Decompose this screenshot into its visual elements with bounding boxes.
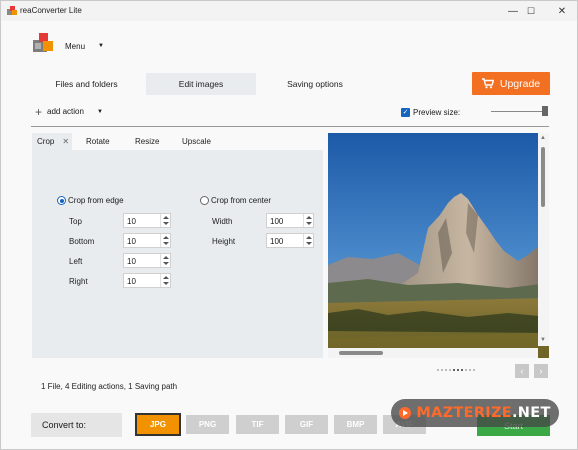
crop-from-edge-radio[interactable]: [57, 196, 66, 205]
convert-to-label: Convert to:: [31, 413, 122, 437]
scroll-down-icon[interactable]: ▼: [540, 337, 546, 343]
toolbar-divider: [31, 126, 549, 127]
vertical-scroll-thumb[interactable]: [541, 147, 545, 207]
edit-panel: Crop ✕ Rotate Resize Upscale Crop from e…: [32, 133, 323, 358]
crop-from-edge-label[interactable]: Crop from edge: [68, 196, 124, 205]
left-label: Left: [69, 257, 83, 266]
image-preview[interactable]: [328, 133, 549, 358]
top-label: Top: [69, 217, 82, 226]
width-label: Width: [212, 217, 233, 226]
title-bar: reaConverter Lite — ☐ ✕: [1, 1, 577, 21]
left-value: 10: [127, 257, 136, 266]
previous-image-button[interactable]: ‹: [515, 364, 529, 378]
height-value: 100: [270, 237, 284, 246]
mountain-preview-image: [328, 133, 549, 358]
bottom-stepper[interactable]: [160, 234, 170, 247]
bottom-input[interactable]: 10: [123, 233, 171, 248]
right-label: Right: [69, 277, 88, 286]
add-action-button[interactable]: + add action ▼: [35, 104, 103, 119]
width-stepper[interactable]: [303, 214, 313, 227]
format-jpg-button[interactable]: JPG: [135, 413, 181, 436]
upgrade-button[interactable]: Upgrade: [472, 72, 550, 95]
right-input[interactable]: 10: [123, 273, 171, 288]
top-stepper[interactable]: [160, 214, 170, 227]
menu-button[interactable]: Menu: [65, 42, 85, 51]
scroll-up-icon[interactable]: ▲: [540, 135, 546, 141]
left-input[interactable]: 10: [123, 253, 171, 268]
preview-vertical-scrollbar[interactable]: ▲ ▼: [538, 133, 549, 346]
add-action-label: add action: [47, 107, 84, 116]
tab-crop-label: Crop: [37, 137, 55, 146]
tab-files-and-folders[interactable]: Files and folders: [31, 73, 142, 95]
format-png-button[interactable]: PNG: [186, 415, 229, 434]
play-logo-icon: [399, 407, 412, 419]
next-image-button[interactable]: ›: [534, 364, 548, 378]
top-value: 10: [127, 217, 136, 226]
right-value: 10: [127, 277, 136, 286]
bottom-label: Bottom: [69, 237, 95, 246]
preview-size-label: Preview size:: [413, 108, 461, 117]
tab-edit-images[interactable]: Edit images: [146, 73, 256, 95]
watermark-overlay: MAZTERIZE.NET: [391, 399, 559, 427]
status-text: 1 File, 4 Editing actions, 1 Saving path: [41, 382, 178, 391]
plus-icon: +: [35, 104, 43, 119]
format-gif-button[interactable]: GIF: [285, 415, 328, 434]
horizontal-scroll-thumb[interactable]: [339, 351, 383, 355]
right-stepper[interactable]: [160, 274, 170, 287]
chevron-left-icon: ‹: [520, 366, 524, 376]
tab-saving-options[interactable]: Saving options: [259, 73, 371, 95]
add-action-chevron-down-icon: ▼: [96, 108, 103, 115]
format-bmp-button[interactable]: BMP: [334, 415, 377, 434]
left-stepper[interactable]: [160, 254, 170, 267]
close-button[interactable]: ✕: [546, 1, 578, 21]
preview-page-dots: [437, 369, 475, 371]
height-label: Height: [212, 237, 236, 246]
preview-size-checkbox[interactable]: ✓: [401, 108, 410, 117]
tab-resize[interactable]: Resize: [135, 133, 159, 150]
preview-size-slider-thumb[interactable]: [542, 106, 548, 116]
window-title: reaConverter Lite: [20, 6, 82, 15]
width-input[interactable]: 100: [266, 213, 314, 228]
tab-upscale[interactable]: Upscale: [182, 133, 211, 150]
height-stepper[interactable]: [303, 234, 313, 247]
bottom-value: 10: [127, 237, 136, 246]
tab-crop-close-icon[interactable]: ✕: [62, 137, 69, 146]
height-input[interactable]: 100: [266, 233, 314, 248]
edit-action-tabs: Crop ✕ Rotate Resize Upscale: [32, 133, 323, 150]
format-tif-button[interactable]: TIF: [236, 415, 279, 434]
crop-from-center-radio[interactable]: [200, 196, 209, 205]
tab-crop[interactable]: Crop ✕: [32, 133, 72, 150]
tab-rotate[interactable]: Rotate: [86, 133, 110, 150]
chevron-right-icon: ›: [539, 366, 543, 376]
top-input[interactable]: 10: [123, 213, 171, 228]
app-logo-icon: [7, 6, 17, 15]
menu-chevron-down-icon[interactable]: ▼: [98, 43, 104, 49]
upgrade-label: Upgrade: [499, 77, 541, 90]
crop-from-center-label[interactable]: Crop from center: [211, 196, 271, 205]
cart-icon: [481, 78, 494, 89]
menu-logo-icon[interactable]: [33, 33, 53, 53]
watermark-text: MAZTERIZE.NET: [416, 405, 551, 421]
width-value: 100: [270, 217, 284, 226]
app-window: reaConverter Lite — ☐ ✕ Menu ▼ Files and…: [0, 0, 578, 450]
preview-horizontal-scrollbar[interactable]: [328, 348, 538, 358]
preview-size-slider-track[interactable]: [491, 111, 546, 112]
maximize-button[interactable]: ☐: [515, 1, 547, 21]
